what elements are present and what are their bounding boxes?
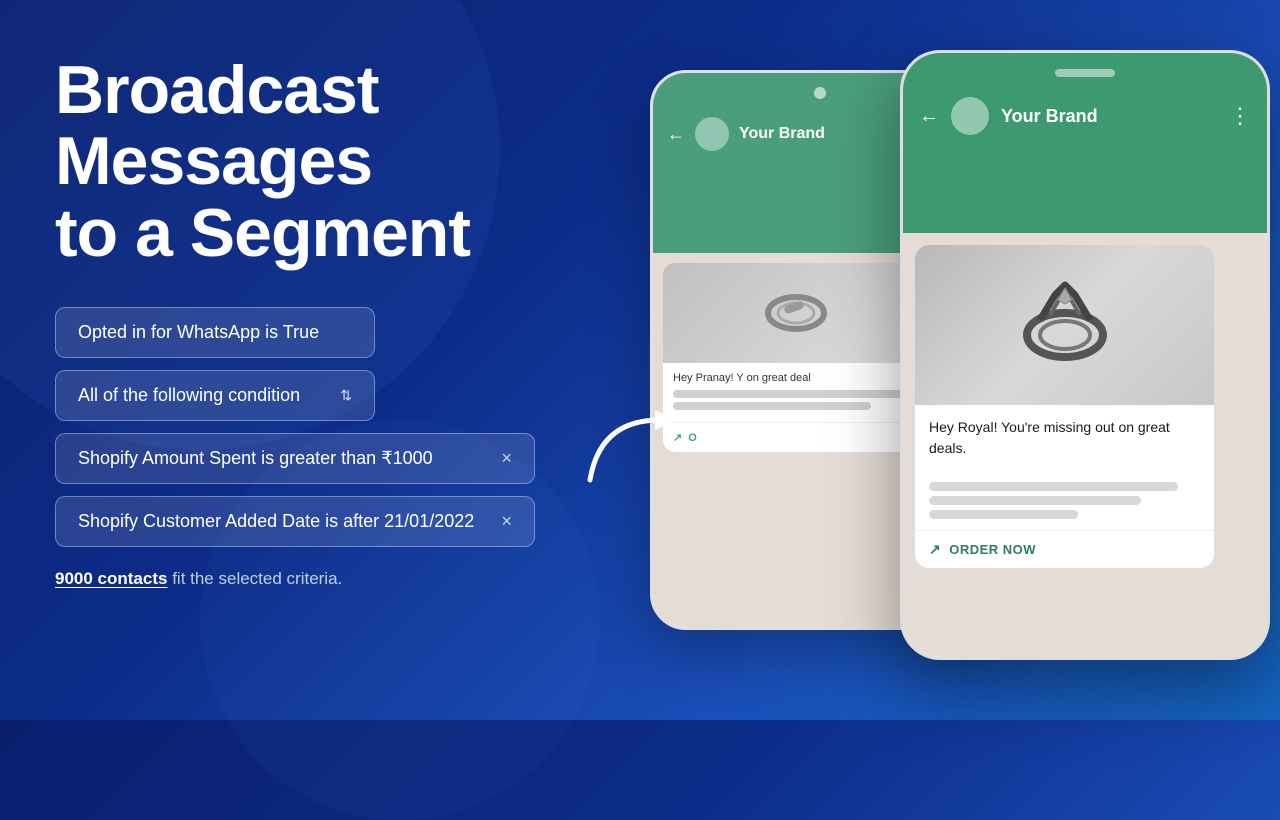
- avatar-back: [695, 117, 729, 151]
- avatar-front: [951, 97, 989, 135]
- skeleton-front-1: [929, 482, 1178, 491]
- contacts-suffix: fit the selected criteria.: [172, 569, 342, 588]
- phone-front: ← Your Brand ⋮: [900, 50, 1270, 660]
- main-container: Broadcast Messages to a Segment Opted in…: [0, 0, 1280, 720]
- contacts-summary: 9000 contacts fit the selected criteria.: [55, 569, 570, 589]
- more-options-icon-front: ⋮: [1229, 103, 1251, 129]
- chat-text-front: Hey Royal! You're missing out on great d…: [915, 405, 1214, 471]
- skeleton-back-1: [673, 390, 908, 398]
- chat-text-back: Hey Pranay! Y on great deal: [663, 363, 930, 422]
- condition-date-badge: Shopify Customer Added Date is after 21/…: [55, 496, 535, 547]
- close-condition4-button[interactable]: ×: [501, 511, 512, 532]
- skeleton-back-2: [673, 402, 871, 410]
- phone-front-notch: [1055, 69, 1115, 77]
- condition-optin-label: Opted in for WhatsApp is True: [78, 322, 319, 343]
- headline-line1: Broadcast: [55, 52, 379, 128]
- phone-back-notch: [814, 87, 826, 99]
- headline-line2: Messages: [55, 123, 372, 199]
- phone-front-titlebar: ← Your Brand ⋮: [903, 91, 1267, 141]
- condition-select-label: All of the following condition: [78, 385, 300, 406]
- curved-arrow-icon: [580, 400, 700, 500]
- contacts-count[interactable]: 9000 contacts: [55, 569, 167, 588]
- chat-message-front: Hey Royal! You're missing out on great d…: [929, 419, 1170, 456]
- close-condition3-button[interactable]: ×: [501, 448, 512, 469]
- condition-amount-badge: Shopify Amount Spent is greater than ₹10…: [55, 433, 535, 484]
- ring-image-front: [1000, 260, 1130, 390]
- back-arrow-icon: ←: [667, 124, 685, 145]
- condition-date-label: Shopify Customer Added Date is after 21/…: [78, 511, 474, 532]
- skeleton-front-3: [929, 510, 1078, 519]
- order-now-label-front: ORDER NOW: [949, 542, 1036, 557]
- conditions-area: Opted in for WhatsApp is True All of the…: [55, 307, 570, 547]
- chat-preview-back: Hey Pranay! Y on great deal: [673, 372, 811, 384]
- left-panel: Broadcast Messages to a Segment Opted in…: [0, 0, 620, 720]
- chevron-updown-icon: ⇅: [340, 387, 352, 404]
- right-panel: ← Your Brand ⋮: [620, 0, 1280, 720]
- headline-line3: to a Segment: [55, 195, 470, 271]
- chat-bubble-back: Hey Pranay! Y on great deal ↗ O: [663, 263, 930, 452]
- arrow-container: [580, 400, 700, 505]
- external-link-icon-front: ↗: [929, 541, 941, 558]
- condition-optin-badge: Opted in for WhatsApp is True: [55, 307, 375, 358]
- chat-image-front: [915, 245, 1214, 405]
- condition-select-dropdown[interactable]: All of the following condition ⇅: [55, 370, 375, 421]
- phone-front-header: ← Your Brand ⋮: [903, 53, 1267, 233]
- condition-amount-label: Shopify Amount Spent is greater than ₹10…: [78, 448, 433, 469]
- back-arrow-icon-front: ←: [919, 105, 939, 128]
- headline: Broadcast Messages to a Segment: [55, 55, 570, 269]
- skeleton-front-2: [929, 496, 1141, 505]
- order-now-back: ↗ O: [663, 422, 930, 452]
- phone-front-body: Hey Royal! You're missing out on great d…: [903, 233, 1267, 657]
- chat-bubble-front: Hey Royal! You're missing out on great d…: [915, 245, 1214, 568]
- ring-image-back: [756, 273, 836, 353]
- chat-image-back: [663, 263, 930, 363]
- phone-front-brand: Your Brand: [1001, 106, 1217, 127]
- order-now-front[interactable]: ↗ ORDER NOW: [915, 530, 1214, 568]
